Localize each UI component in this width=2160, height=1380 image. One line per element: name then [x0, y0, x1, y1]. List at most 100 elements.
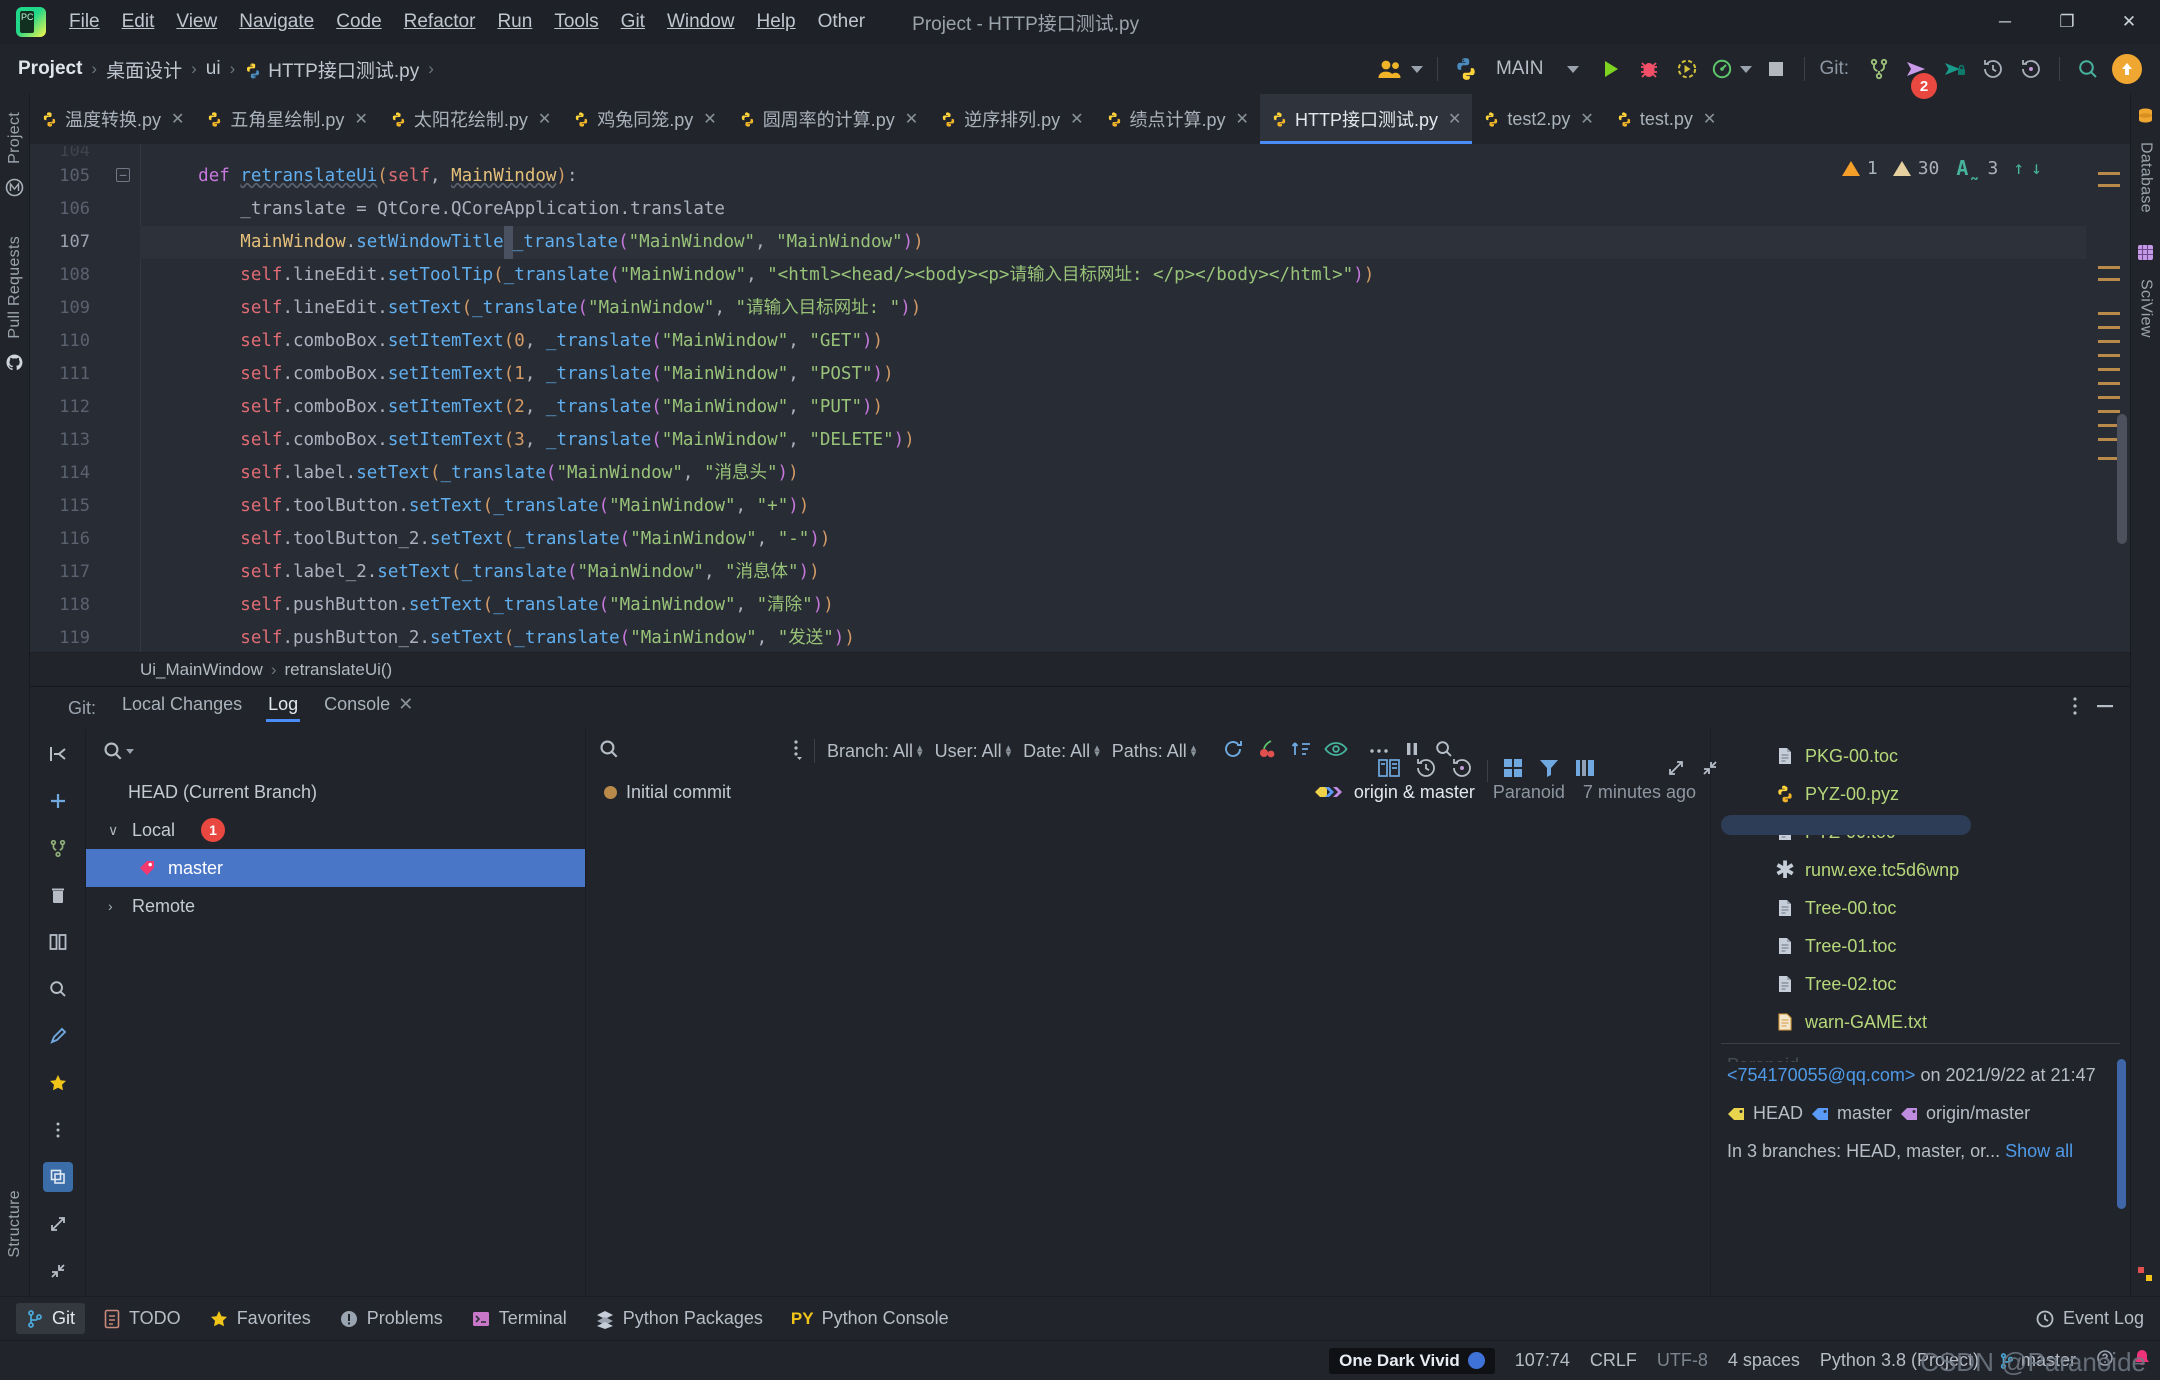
branch-group-remote[interactable]: › Remote — [86, 887, 585, 925]
git-tab-local-changes[interactable]: Local Changes — [122, 694, 242, 722]
people-icon[interactable] — [1373, 51, 1427, 87]
editor-tab-0-close-icon[interactable]: ✕ — [171, 109, 184, 129]
search-everywhere-icon[interactable] — [2070, 51, 2106, 87]
menu-tools[interactable]: Tools — [543, 7, 609, 37]
menu-other[interactable]: Other — [807, 7, 877, 37]
branch-search-field[interactable] — [86, 729, 585, 773]
changed-file-1[interactable]: PYZ-00.pyz — [1711, 775, 2130, 813]
git-history-icon[interactable] — [1975, 51, 2011, 87]
filter-date[interactable]: Date: All ▴ ▾ — [1023, 741, 1100, 762]
search-icon[interactable] — [43, 974, 73, 1004]
sidebar-item-project[interactable]: Project — [4, 102, 26, 174]
editor-tab-9-close-icon[interactable]: ✕ — [1703, 109, 1716, 129]
breadcrumb-file[interactable]: HTTP接口测试.py — [240, 54, 423, 85]
show-diff-icon[interactable] — [1324, 738, 1348, 765]
editor-tab-0[interactable]: 温度转换.py ✕ — [30, 94, 195, 144]
changed-file-7[interactable]: warn-GAME.txt — [1711, 1003, 2130, 1041]
menu-window[interactable]: Window — [656, 7, 746, 37]
grid-icon[interactable] — [1502, 757, 1524, 784]
menu-git[interactable]: Git — [610, 7, 656, 37]
breadcrumb-folder-desktop[interactable]: 桌面设计 — [102, 54, 186, 85]
editor-tab-8-close-icon[interactable]: ✕ — [1580, 109, 1593, 129]
maximize-button[interactable]: ❐ — [2036, 0, 2098, 44]
next-highlight-icon[interactable]: ↓ — [2031, 158, 2042, 179]
collapse-left-icon[interactable] — [43, 739, 73, 769]
favorite-icon[interactable] — [43, 1068, 73, 1098]
git-update-project-icon[interactable]: 2 — [1899, 51, 1937, 99]
log-search-field[interactable] — [598, 738, 620, 765]
tool-tab-todo[interactable]: TODO — [93, 1303, 191, 1334]
code-text[interactable]: def retranslateUi(self, MainWindow): _tr… — [140, 144, 2086, 652]
branch-master[interactable]: master — [86, 849, 585, 887]
editor-tab-3[interactable]: 鸡兔同笼.py ✕ — [562, 94, 727, 144]
cherry-pick-icon[interactable] — [1256, 738, 1278, 765]
commit-author-email[interactable]: <754170055@qq.com> — [1727, 1065, 1915, 1085]
tool-tab-problems[interactable]: Problems — [329, 1303, 453, 1334]
run-icon[interactable] — [1593, 51, 1629, 87]
filter-icon[interactable] — [1538, 757, 1560, 784]
minimize-button[interactable]: ─ — [1974, 0, 2036, 44]
editor-tab-3-close-icon[interactable]: ✕ — [703, 109, 716, 129]
columns-icon[interactable] — [1574, 757, 1596, 784]
run-config-dropdown[interactable] — [1555, 51, 1591, 87]
more-options-icon[interactable] — [2072, 695, 2078, 722]
changed-file-6[interactable]: Tree-02.toc — [1711, 965, 2130, 1003]
editor-tab-7-close-icon[interactable]: ✕ — [1448, 109, 1461, 129]
editor-tab-2-close-icon[interactable]: ✕ — [538, 109, 551, 129]
menu-run[interactable]: Run — [486, 7, 543, 37]
branch-group-local[interactable]: ∨ Local 1 — [86, 811, 585, 849]
more-icon[interactable] — [43, 1115, 73, 1145]
breadcrumb-folder-ui[interactable]: ui — [202, 56, 225, 82]
changed-file-0[interactable]: PKG-00.toc — [1711, 737, 2130, 775]
editor-tab-6-close-icon[interactable]: ✕ — [1236, 109, 1249, 129]
close-button[interactable]: ✕ — [2098, 0, 2160, 44]
delete-icon[interactable] — [43, 880, 73, 910]
menu-view[interactable]: View — [165, 7, 228, 37]
editor-tab-5[interactable]: 逆序排列.py ✕ — [929, 94, 1094, 144]
editor-tab-6[interactable]: 绩点计算.py ✕ — [1095, 94, 1260, 144]
status-branch[interactable]: master — [1999, 1350, 2076, 1371]
avatar-upload-icon[interactable] — [2108, 51, 2146, 87]
editor-tab-4[interactable]: 圆周率的计算.py ✕ — [728, 94, 929, 144]
editor-tab-2[interactable]: 太阳花绘制.py ✕ — [379, 94, 562, 144]
sort-icon[interactable] — [1290, 738, 1312, 765]
hide-icon[interactable] — [2094, 696, 2116, 721]
breadcrumb-method[interactable]: retranslateUi() — [285, 660, 393, 680]
edit-icon[interactable] — [43, 1021, 73, 1051]
changed-file-5[interactable]: Tree-01.toc — [1711, 927, 2130, 965]
editor-tab-8[interactable]: test2.py ✕ — [1472, 94, 1604, 144]
code-fold-icon[interactable]: — — [116, 168, 130, 182]
editor-tab-1-close-icon[interactable]: ✕ — [354, 109, 367, 129]
editor-tab-4-close-icon[interactable]: ✕ — [905, 109, 918, 129]
profile-icon[interactable] — [1707, 51, 1756, 87]
menu-file[interactable]: File — [58, 7, 111, 37]
collapse-log-icon[interactable] — [1700, 758, 1720, 783]
sidebar-item-structure[interactable]: Structure — [4, 1180, 26, 1268]
diff-preview-icon[interactable] — [1377, 757, 1401, 784]
branch-head[interactable]: HEAD (Current Branch) — [86, 773, 585, 811]
expand-icon[interactable] — [43, 1209, 73, 1239]
event-log-button[interactable]: Event Log — [2035, 1308, 2144, 1329]
add-icon[interactable] — [43, 786, 73, 816]
filter-branch[interactable]: Branch: All ▴ ▾ — [827, 741, 923, 762]
history-icon[interactable] — [1415, 757, 1437, 784]
changed-file-4[interactable]: Tree-00.toc — [1711, 889, 2130, 927]
show-all-branches-link[interactable]: Show all — [2005, 1141, 2073, 1161]
git-branch-icon[interactable] — [1861, 51, 1897, 87]
tool-tab-python-console[interactable]: PY Python Console — [781, 1303, 959, 1334]
tool-tab-python-packages[interactable]: Python Packages — [585, 1303, 773, 1334]
notifications-icon[interactable] — [2134, 1349, 2150, 1372]
prev-highlight-icon[interactable]: ↑ — [2013, 158, 2024, 179]
file-encoding[interactable]: UTF-8 — [1657, 1350, 1708, 1371]
filter-user[interactable]: User: All ▴ ▾ — [935, 741, 1012, 762]
refresh-icon[interactable] — [1222, 738, 1244, 765]
log-more-options-icon[interactable] — [792, 738, 802, 765]
editor-tab-7[interactable]: HTTP接口测试.py ✕ — [1259, 94, 1473, 144]
debug-icon[interactable] — [1631, 51, 1667, 87]
coverage-icon[interactable] — [1669, 51, 1705, 87]
details-scrollbar[interactable] — [2117, 1059, 2126, 1209]
tool-tab-terminal[interactable]: Terminal — [461, 1303, 577, 1334]
help-icon[interactable] — [2096, 1349, 2114, 1372]
menu-code[interactable]: Code — [325, 7, 392, 37]
collapse-icon[interactable] — [43, 1256, 73, 1286]
